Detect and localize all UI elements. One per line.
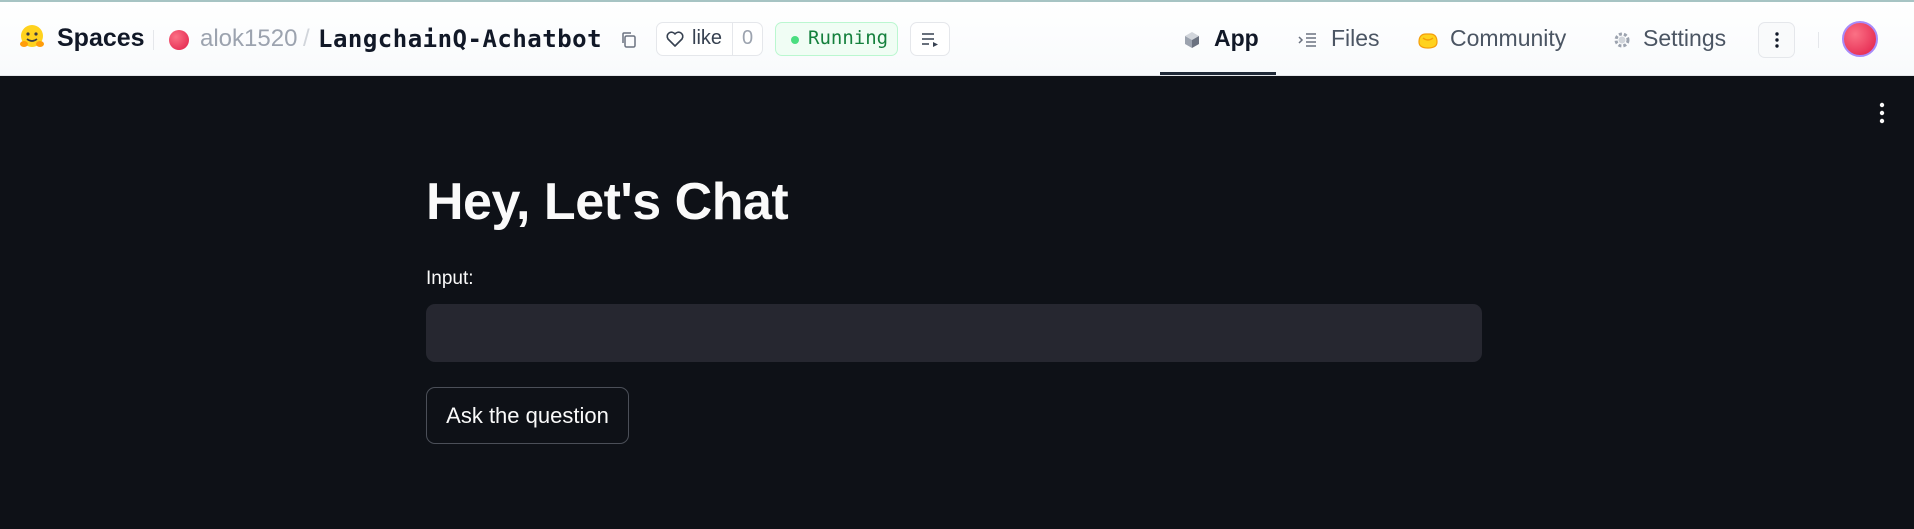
owner-avatar	[169, 30, 189, 50]
status-label: Running	[808, 27, 889, 49]
like-label: like	[692, 27, 723, 49]
vertical-dots-icon	[1775, 32, 1779, 48]
tab-community[interactable]: Community	[1450, 25, 1566, 52]
nav-divider	[1818, 32, 1819, 48]
hugging-face-logo-icon[interactable]	[18, 23, 46, 51]
tab-app[interactable]: App	[1214, 25, 1259, 52]
like-divider	[732, 23, 733, 55]
tab-settings[interactable]: Settings	[1643, 25, 1726, 52]
like-count[interactable]: 0	[742, 27, 753, 50]
copy-icon[interactable]	[620, 31, 638, 49]
app-menu-dots-icon[interactable]	[1872, 100, 1892, 126]
cube-icon	[1185, 32, 1199, 48]
gear-icon	[1614, 32, 1630, 48]
tab-files[interactable]: Files	[1331, 25, 1380, 52]
active-tab-indicator	[1160, 72, 1276, 75]
page-title: Hey, Let's Chat	[426, 173, 789, 231]
header-divider	[153, 30, 154, 50]
hugging-hands-icon	[1418, 33, 1438, 49]
logs-icon	[922, 33, 938, 47]
user-avatar[interactable]	[1842, 21, 1878, 57]
question-input[interactable]	[426, 304, 1482, 362]
status-dot-icon	[791, 36, 799, 44]
files-icon	[1298, 33, 1316, 47]
repo-name-link[interactable]: LangchainQ-Achatbot	[318, 25, 602, 53]
path-separator: /	[303, 25, 310, 52]
input-label: Input:	[426, 268, 474, 289]
owner-link[interactable]: alok1520	[200, 25, 297, 53]
ask-question-button[interactable]: Ask the question	[426, 387, 629, 444]
heart-icon	[666, 31, 684, 47]
spaces-brand-link[interactable]: Spaces	[57, 24, 145, 53]
